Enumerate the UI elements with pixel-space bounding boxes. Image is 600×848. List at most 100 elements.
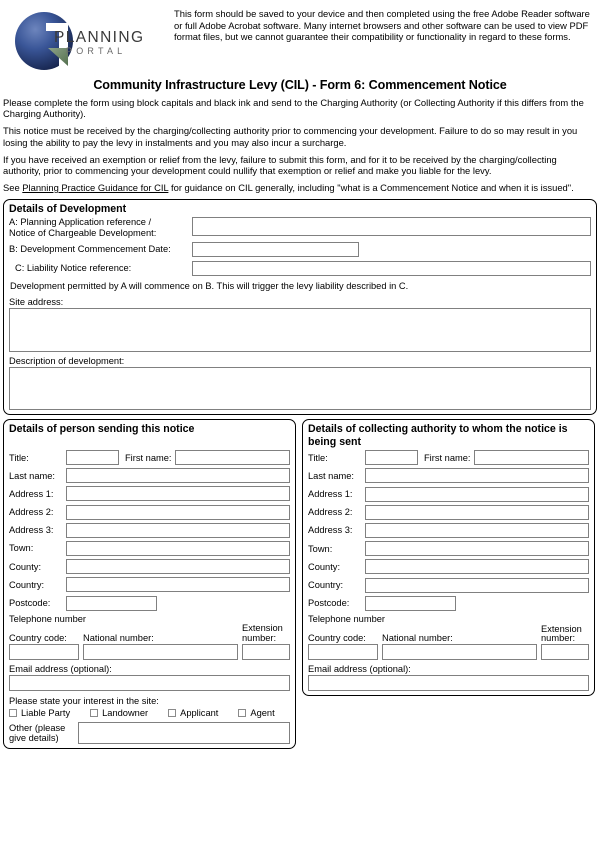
liability-notice-reference-input[interactable]	[192, 261, 591, 277]
planning-application-reference-row: A: Planning Application reference / Noti…	[9, 217, 591, 239]
checkbox-item-liable-party[interactable]: Liable Party	[9, 708, 70, 718]
authority-town-label: Town:	[308, 543, 333, 554]
planning-portal-logo: PLANNING PORTAL	[6, 10, 156, 72]
sender-last-name-label: Last name:	[9, 470, 55, 481]
authority-town-input[interactable]	[365, 541, 589, 557]
sender-email-input[interactable]	[9, 674, 290, 691]
planning-application-reference-input[interactable]	[192, 217, 591, 237]
sender-address1-input[interactable]	[66, 486, 290, 502]
sender-postcode-input[interactable]	[66, 595, 157, 611]
description-of-development-label: Description of development:	[9, 356, 125, 367]
checkbox-liable-party[interactable]	[9, 708, 17, 717]
sender-country-input[interactable]	[66, 577, 290, 593]
guidance-prefix: See	[3, 181, 23, 193]
commencement-date-input[interactable]	[192, 242, 359, 258]
authority-title-row: Title: First name:	[308, 450, 589, 466]
commencement-date-row: B: Development Commencement Date:	[9, 242, 591, 258]
planning-application-reference-label-line2: Notice of Chargeable Development:	[9, 228, 157, 239]
sender-address1-label: Address 1:	[9, 488, 54, 499]
authority-extension-label-line2: number:	[541, 633, 576, 644]
authority-telephone-heading: Telephone number	[308, 613, 386, 624]
sender-address1-row: Address 1:	[9, 486, 290, 502]
sender-postcode-label: Postcode:	[9, 598, 51, 609]
authority-postcode-input[interactable]	[365, 595, 456, 611]
logo-container: PLANNING PORTAL	[6, 4, 174, 72]
planning-application-reference-label: A: Planning Application reference / Noti…	[9, 217, 192, 239]
authority-email-label: Email address (optional):	[308, 663, 411, 674]
sender-last-name-input[interactable]	[66, 468, 290, 484]
sender-address3-row: Address 3:	[9, 522, 290, 538]
authority-first-name-input[interactable]	[473, 450, 589, 466]
authority-telephone-group: Country code: National number: Extension…	[308, 624, 589, 660]
checkbox-landowner[interactable]	[90, 708, 99, 717]
sender-email-label: Email address (optional):	[9, 663, 112, 674]
instruction-paragraph-3: If you have received an exemption or rel…	[3, 153, 557, 177]
checkbox-applicant[interactable]	[168, 708, 177, 717]
checkbox-item-landowner[interactable]: Landowner	[90, 708, 148, 718]
sender-national-number-input[interactable]	[83, 643, 238, 660]
sender-address3-input[interactable]	[66, 522, 290, 538]
logo-word-planning: PLANNING	[54, 29, 145, 46]
guidance-suffix: for guidance on CIL generally, including…	[168, 181, 574, 193]
sender-details-title: Details of person sending this notice	[9, 423, 195, 436]
sender-last-name-row: Last name:	[9, 468, 290, 484]
instruction-paragraph-2: This notice must be received by the char…	[3, 125, 578, 148]
sender-address2-input[interactable]	[66, 504, 290, 520]
checkbox-label-applicant: Applicant	[180, 707, 219, 718]
sender-county-label: County:	[9, 561, 42, 572]
authority-extension-input[interactable]	[541, 643, 589, 660]
authority-title-input[interactable]	[365, 450, 418, 466]
sender-address2-row: Address 2:	[9, 504, 290, 520]
planning-practice-guidance-link[interactable]: Planning Practice Guidance for CIL	[22, 182, 168, 193]
sender-address2-label: Address 2:	[9, 507, 54, 518]
sender-title-row: Title: First name:	[9, 450, 290, 466]
authority-address3-input[interactable]	[365, 522, 589, 538]
authority-county-input[interactable]	[365, 559, 589, 575]
authority-address2-input[interactable]	[365, 504, 589, 520]
sender-country-row: Country:	[9, 577, 290, 593]
liability-notice-reference-label: C: Liability Notice reference:	[15, 263, 132, 274]
sender-extension-input[interactable]	[242, 643, 290, 660]
sender-title-input[interactable]	[66, 450, 119, 466]
authority-last-name-input[interactable]	[365, 468, 589, 484]
sender-interest-label: Please state your interest in the site:	[9, 695, 159, 706]
authority-country-label: Country:	[308, 580, 344, 591]
site-address-label: Site address:	[9, 297, 64, 308]
authority-address1-input[interactable]	[365, 486, 589, 502]
authority-country-input[interactable]	[365, 577, 589, 593]
sender-title-label: Title:	[9, 452, 29, 463]
checkbox-agent[interactable]	[238, 708, 247, 717]
authority-address2-row: Address 2:	[308, 504, 589, 520]
intro-text: This form should be saved to your device…	[174, 8, 590, 43]
instructions-block: Please complete the form using block cap…	[0, 97, 600, 193]
sender-other-input[interactable]	[78, 721, 290, 744]
planning-application-reference-label-line1: A: Planning Application reference /	[9, 217, 152, 228]
authority-address2-label: Address 2:	[308, 507, 353, 518]
authority-address1-row: Address 1:	[308, 486, 589, 502]
sender-first-name-label: First name:	[125, 452, 172, 463]
sender-national-number-label: National number:	[83, 632, 154, 643]
site-address-input[interactable]	[9, 308, 591, 353]
sender-country-code-input[interactable]	[9, 643, 79, 660]
authority-email-input[interactable]	[308, 674, 589, 691]
sender-postcode-row: Postcode:	[9, 595, 290, 611]
authority-first-name-label: First name:	[424, 452, 471, 463]
authority-country-code-input[interactable]	[308, 643, 378, 660]
sender-details-panel: Details of person sending this notice Ti…	[3, 419, 296, 749]
page-header: PLANNING PORTAL This form should be save…	[0, 0, 600, 72]
sender-town-label: Town:	[9, 543, 34, 554]
checkbox-item-applicant[interactable]: Applicant	[168, 708, 218, 718]
authority-national-number-input[interactable]	[382, 643, 537, 660]
instruction-paragraph-4: See Planning Practice Guidance for CIL f…	[3, 182, 596, 193]
description-of-development-input[interactable]	[9, 367, 591, 411]
logo-word-portal: PORTAL	[66, 46, 127, 56]
authority-address3-row: Address 3:	[308, 522, 589, 538]
sender-first-name-input[interactable]	[174, 450, 290, 466]
sender-extension-label-line2: number:	[242, 632, 277, 643]
sender-county-input[interactable]	[66, 559, 290, 575]
details-of-development-title: Details of Development	[9, 202, 127, 215]
commencement-date-label: B: Development Commencement Date:	[9, 244, 171, 255]
checkbox-item-agent[interactable]: Agent	[238, 708, 275, 718]
checkbox-label-landowner: Landowner	[102, 707, 149, 718]
sender-town-input[interactable]	[66, 540, 290, 556]
